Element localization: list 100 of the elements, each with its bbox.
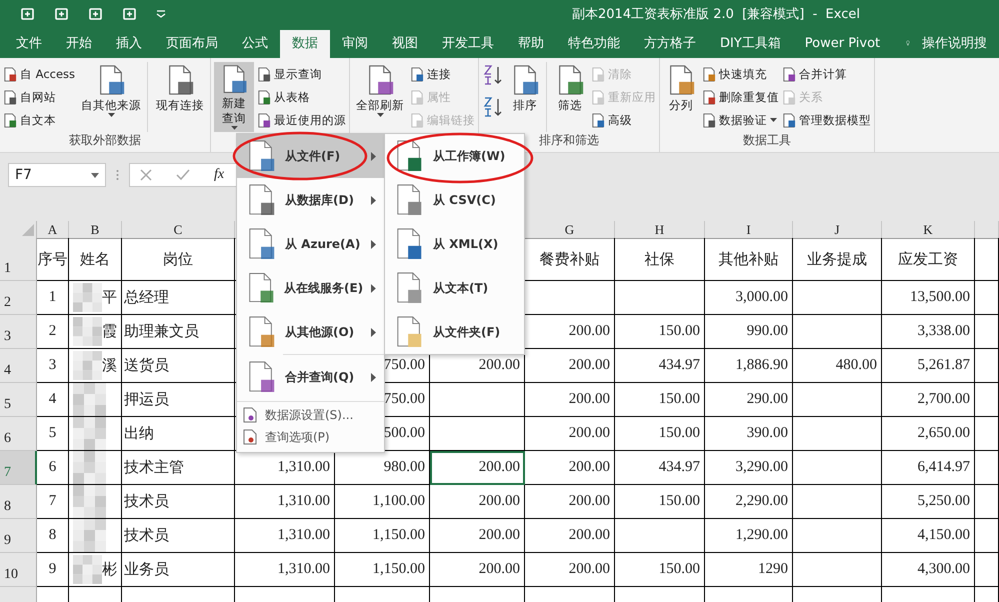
row-header[interactable]: 4 xyxy=(0,349,37,383)
menu-item[interactable]: 从文本(T) xyxy=(385,266,524,310)
ribbon-button[interactable]: 显示查询 xyxy=(257,64,346,84)
table-cell: 技术主管 xyxy=(122,451,235,485)
row-header[interactable]: 3 xyxy=(0,315,37,349)
pixelated-blur-drawing xyxy=(73,315,102,348)
column-header[interactable]: J xyxy=(793,221,882,239)
row-header[interactable]: 7 xyxy=(0,451,37,485)
table-cell: 480.00 xyxy=(793,349,882,383)
column-header[interactable]: I xyxy=(705,221,793,239)
table-cell: 150.00 xyxy=(615,417,705,451)
ribbon-button[interactable]: 最近使用的源 xyxy=(257,110,346,130)
row-header[interactable]: 5 xyxy=(0,383,37,417)
ribbon-button[interactable]: 数据验证 xyxy=(702,110,780,130)
ribbon-tab[interactable]: 特色功能 xyxy=(556,30,632,58)
dropdown-icon[interactable] xyxy=(156,10,166,18)
table-cell: 姓名 xyxy=(69,238,122,281)
table-cell xyxy=(975,349,999,383)
menu-item[interactable]: 从工作簿(W) xyxy=(385,134,524,178)
document-icon xyxy=(257,66,272,82)
toolbar-icon[interactable] xyxy=(88,6,104,22)
ribbon-button[interactable]: 自网站 xyxy=(3,87,76,107)
ribbon-tab[interactable]: 插入 xyxy=(104,30,154,58)
window-title: 副本2014工资表标准版 2.0 [兼容模式] - Excel xyxy=(572,6,860,23)
table-cell: 6 xyxy=(37,451,69,485)
table-cell: 1,150.00 xyxy=(335,553,430,587)
submenu-arrow-icon xyxy=(371,240,376,248)
table-cell: 总经理 xyxy=(122,281,235,315)
menu-item[interactable]: 从数据库(D) xyxy=(237,178,384,222)
table-cell xyxy=(975,383,999,417)
ribbon-tab[interactable]: 审阅 xyxy=(330,30,380,58)
ribbon-tab[interactable]: Power Pivot xyxy=(792,30,892,58)
ribbon-button[interactable]: 快速填充 xyxy=(702,64,780,84)
ribbon-button[interactable]: 自文本 xyxy=(3,110,76,130)
menu-item[interactable]: 从 XML(X) xyxy=(385,222,524,266)
ribbon-button[interactable]: 自 Access xyxy=(3,64,76,84)
table-cell: 200.00 xyxy=(525,451,615,485)
column-header[interactable]: B xyxy=(69,221,122,239)
document-icon xyxy=(782,112,796,128)
ribbon-button[interactable]: 筛选 xyxy=(546,62,588,132)
row-header[interactable]: 6 xyxy=(0,417,37,451)
column-header[interactable]: A xyxy=(37,221,69,239)
ribbon-button[interactable]: 删除重复值 xyxy=(702,87,780,107)
ribbon-tab[interactable]: 方方格子 xyxy=(632,30,708,58)
table-cell: 送货员 xyxy=(122,349,235,383)
row-header[interactable]: 8 xyxy=(0,485,37,519)
ribbon-tab[interactable]: 视图 xyxy=(380,30,430,58)
document-icon xyxy=(247,272,276,304)
ribbon-tab[interactable]: 开发工具 xyxy=(430,30,506,58)
table-cell: 出纳 xyxy=(122,417,235,451)
menu-item[interactable]: 从 Azure(A) xyxy=(237,222,384,266)
ribbon-button[interactable]: 管理数据模型 xyxy=(782,110,872,130)
ribbon-tab[interactable]: 开始 xyxy=(54,30,104,58)
menu-item[interactable]: 从 CSV(C) xyxy=(385,178,524,222)
document-icon xyxy=(247,361,277,393)
ribbon-button[interactable]: 现有连接 xyxy=(147,62,208,132)
ribbon-tab[interactable]: DIY工具箱 xyxy=(708,30,793,58)
document-icon xyxy=(702,66,716,82)
ribbon-tab[interactable]: 文件 xyxy=(4,30,54,58)
toolbar-icon[interactable] xyxy=(122,6,138,22)
ribbon-button[interactable]: 合并计算 xyxy=(782,64,872,84)
ribbon-tab[interactable]: 页面布局 xyxy=(154,30,230,58)
menu-item[interactable]: 合并查询(Q) xyxy=(237,355,384,399)
tell-me-search[interactable]: 操作说明搜 xyxy=(910,30,999,58)
caret-icon xyxy=(770,118,778,122)
toolbar-icon[interactable] xyxy=(54,6,70,22)
row-header[interactable]: 2 xyxy=(0,281,37,315)
toolbar-icon[interactable] xyxy=(20,6,36,22)
ribbon-button[interactable]: 新建查询 xyxy=(214,62,254,132)
sort-descending-icon[interactable] xyxy=(482,96,504,118)
ribbon-tab[interactable]: 数据 xyxy=(280,30,330,58)
column-header[interactable]: K xyxy=(882,221,975,239)
ribbon-button[interactable]: 全部刷新 xyxy=(353,62,408,132)
check-icon[interactable] xyxy=(176,169,190,181)
ribbon-button[interactable]: 自其他来源 xyxy=(78,62,144,132)
row-header[interactable]: 1 xyxy=(0,238,37,281)
column-header[interactable]: H xyxy=(615,221,705,239)
document-icon xyxy=(410,90,424,104)
insert-function-button[interactable]: fx xyxy=(214,167,224,183)
ribbon-button[interactable]: 从表格 xyxy=(257,87,346,107)
submenu-arrow-icon xyxy=(371,372,376,382)
menu-item[interactable]: 从在线服务(E) xyxy=(237,266,384,310)
ribbon-button[interactable]: 连接 xyxy=(410,64,476,84)
menu-item[interactable]: 从文件(F) xyxy=(237,134,384,178)
table-cell: 200.00 xyxy=(525,383,615,417)
group-label: 数据工具 xyxy=(742,132,792,149)
table-cell: 9 xyxy=(37,553,69,587)
name-box[interactable]: F7 xyxy=(8,163,106,187)
document-icon xyxy=(702,90,716,104)
ribbon-button[interactable]: 排序 xyxy=(507,62,544,132)
row-header[interactable]: 10 xyxy=(0,553,37,587)
ribbon-tab[interactable]: 公式 xyxy=(230,30,280,58)
table-cell: 5 xyxy=(37,417,69,451)
column-header[interactable]: C xyxy=(122,221,235,239)
sort-ascending-icon[interactable] xyxy=(482,64,504,86)
row-header[interactable]: 9 xyxy=(0,519,37,553)
table-cell: 技术员 xyxy=(122,519,235,553)
ribbon-button[interactable]: 高级 xyxy=(591,110,656,130)
ribbon-button[interactable]: 分列 xyxy=(663,62,700,132)
ribbon-tab[interactable]: 帮助 xyxy=(506,30,556,58)
